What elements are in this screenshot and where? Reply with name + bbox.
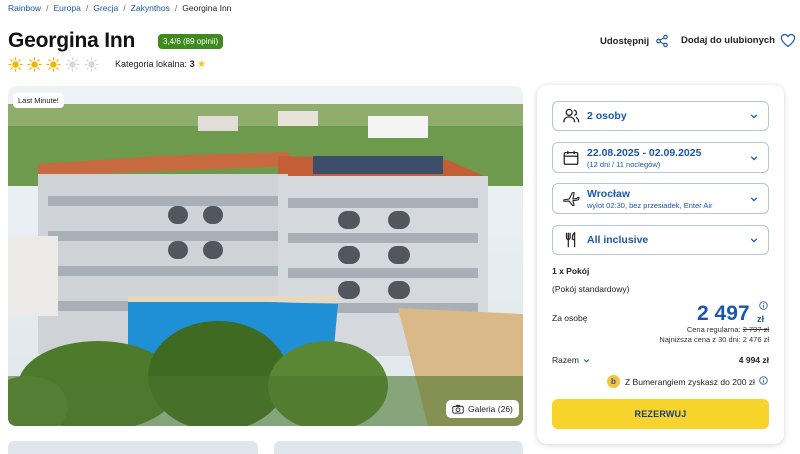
flight-sub: wylot 02:30, bez przesiadek, Enter Air bbox=[587, 200, 713, 210]
info-icon[interactable] bbox=[759, 376, 768, 385]
chevron-down-icon bbox=[750, 114, 758, 119]
dates-value: 22.08.2025 - 02.09.2025 bbox=[587, 146, 702, 159]
cutlery-icon bbox=[565, 231, 576, 248]
regular-price-label: Cena regularna: bbox=[686, 325, 741, 334]
share-button[interactable]: Udostępnij bbox=[600, 34, 669, 48]
regular-price: Cena regularna: 2 797 zł bbox=[687, 325, 769, 334]
favorite-button[interactable]: Dodaj do ulubionych bbox=[681, 33, 796, 48]
flight-value: Wrocław bbox=[587, 187, 630, 200]
airplane-icon bbox=[563, 191, 580, 206]
local-category-value: 3 bbox=[189, 59, 195, 69]
breadcrumb-separator: / bbox=[85, 3, 89, 13]
bumerang-text: Z Bumerangiem zyskasz do 200 zł bbox=[625, 376, 755, 387]
gallery-thumbnail[interactable] bbox=[274, 441, 523, 454]
booking-card bbox=[537, 85, 784, 444]
guests-select[interactable]: 2 osoby bbox=[552, 101, 769, 131]
board-value: All inclusive bbox=[587, 234, 649, 246]
regular-price-value: 2 797 zł bbox=[742, 325, 769, 334]
breadcrumb-separator: / bbox=[174, 3, 178, 13]
page-title: Georgina Inn bbox=[8, 29, 136, 52]
breadcrumb-separator: / bbox=[46, 3, 49, 13]
room-type: (Pokój standardowy) bbox=[552, 284, 630, 294]
share-icon bbox=[656, 34, 668, 48]
lowest-price-label: Najniższa cena z 30 dni: bbox=[659, 335, 741, 344]
chevron-down-icon bbox=[750, 196, 758, 201]
lowest-price: Najniższa cena z 30 dni: 2 476 zł bbox=[659, 335, 769, 344]
info-icon[interactable] bbox=[759, 301, 768, 310]
sun-icon bbox=[27, 57, 42, 72]
breadcrumb-item-europa[interactable]: Europa bbox=[53, 3, 80, 13]
chevron-down-icon bbox=[750, 238, 758, 243]
sun-icon bbox=[65, 57, 80, 72]
chevron-down-icon bbox=[750, 155, 758, 160]
gallery-thumbnail[interactable] bbox=[8, 441, 258, 454]
total-label: Razem bbox=[552, 355, 579, 365]
local-category: Kategoria lokalna: 3 ★ bbox=[115, 59, 206, 70]
price-per-person: 2 497 bbox=[697, 302, 750, 325]
reserve-button[interactable]: REZERWUJ bbox=[552, 399, 769, 429]
price-currency: zł bbox=[757, 314, 765, 324]
sun-rating bbox=[8, 57, 99, 72]
last-minute-badge: Last Minute! bbox=[13, 93, 64, 108]
room-quantity: 1 x Pokój bbox=[552, 266, 590, 276]
favorite-label: Dodaj do ulubionych bbox=[681, 35, 775, 46]
rating-badge[interactable]: 3,4/6 (89 opinii) bbox=[158, 34, 224, 49]
total-toggle[interactable]: Razem bbox=[552, 355, 590, 365]
gallery-button[interactable]: Galeria (26) bbox=[446, 400, 519, 418]
person-icon bbox=[563, 108, 580, 123]
bumerang-info: b Z Bumerangiem zyskasz do 200 zł bbox=[607, 375, 755, 388]
per-person-label: Za osobę bbox=[552, 313, 588, 323]
breadcrumb-item-rainbow[interactable]: Rainbow bbox=[8, 3, 41, 13]
flight-select[interactable]: Wrocław wylot 02:30, bez przesiadek, Ent… bbox=[552, 183, 769, 214]
star-icon: ★ bbox=[197, 59, 207, 70]
board-select[interactable]: All inclusive bbox=[552, 225, 769, 255]
sun-icon bbox=[84, 57, 99, 72]
sun-icon bbox=[8, 57, 23, 72]
calendar-icon bbox=[563, 150, 579, 165]
chevron-down-icon bbox=[583, 358, 590, 363]
breadcrumb-separator: / bbox=[123, 3, 126, 13]
total-value: 4 994 zł bbox=[738, 355, 769, 365]
breadcrumb: Rainbow / Europa / Grecja / Zakynthos / … bbox=[8, 3, 231, 13]
hotel-photo[interactable] bbox=[8, 86, 523, 426]
guests-value: 2 osoby bbox=[587, 110, 627, 122]
dates-sub: (12 dni / 11 noclegów) bbox=[587, 159, 661, 169]
breadcrumb-item-grecja[interactable]: Grecja bbox=[93, 3, 118, 13]
dates-select[interactable]: 22.08.2025 - 02.09.2025 (12 dni / 11 noc… bbox=[552, 142, 769, 173]
hotel-photo-illustration bbox=[8, 86, 523, 426]
local-category-label: Kategoria lokalna: bbox=[115, 59, 188, 69]
camera-icon bbox=[452, 404, 464, 414]
breadcrumb-item-current: Georgina Inn bbox=[182, 3, 232, 13]
breadcrumb-item-zakynthos[interactable]: Zakynthos bbox=[131, 3, 170, 13]
sun-icon bbox=[46, 57, 61, 72]
share-label: Udostępnij bbox=[600, 35, 650, 47]
lowest-price-value: 2 476 zł bbox=[742, 335, 769, 344]
gallery-label: Galeria (26) bbox=[468, 404, 513, 414]
bumerang-logo-icon: b bbox=[607, 375, 620, 388]
heart-icon bbox=[780, 33, 796, 48]
